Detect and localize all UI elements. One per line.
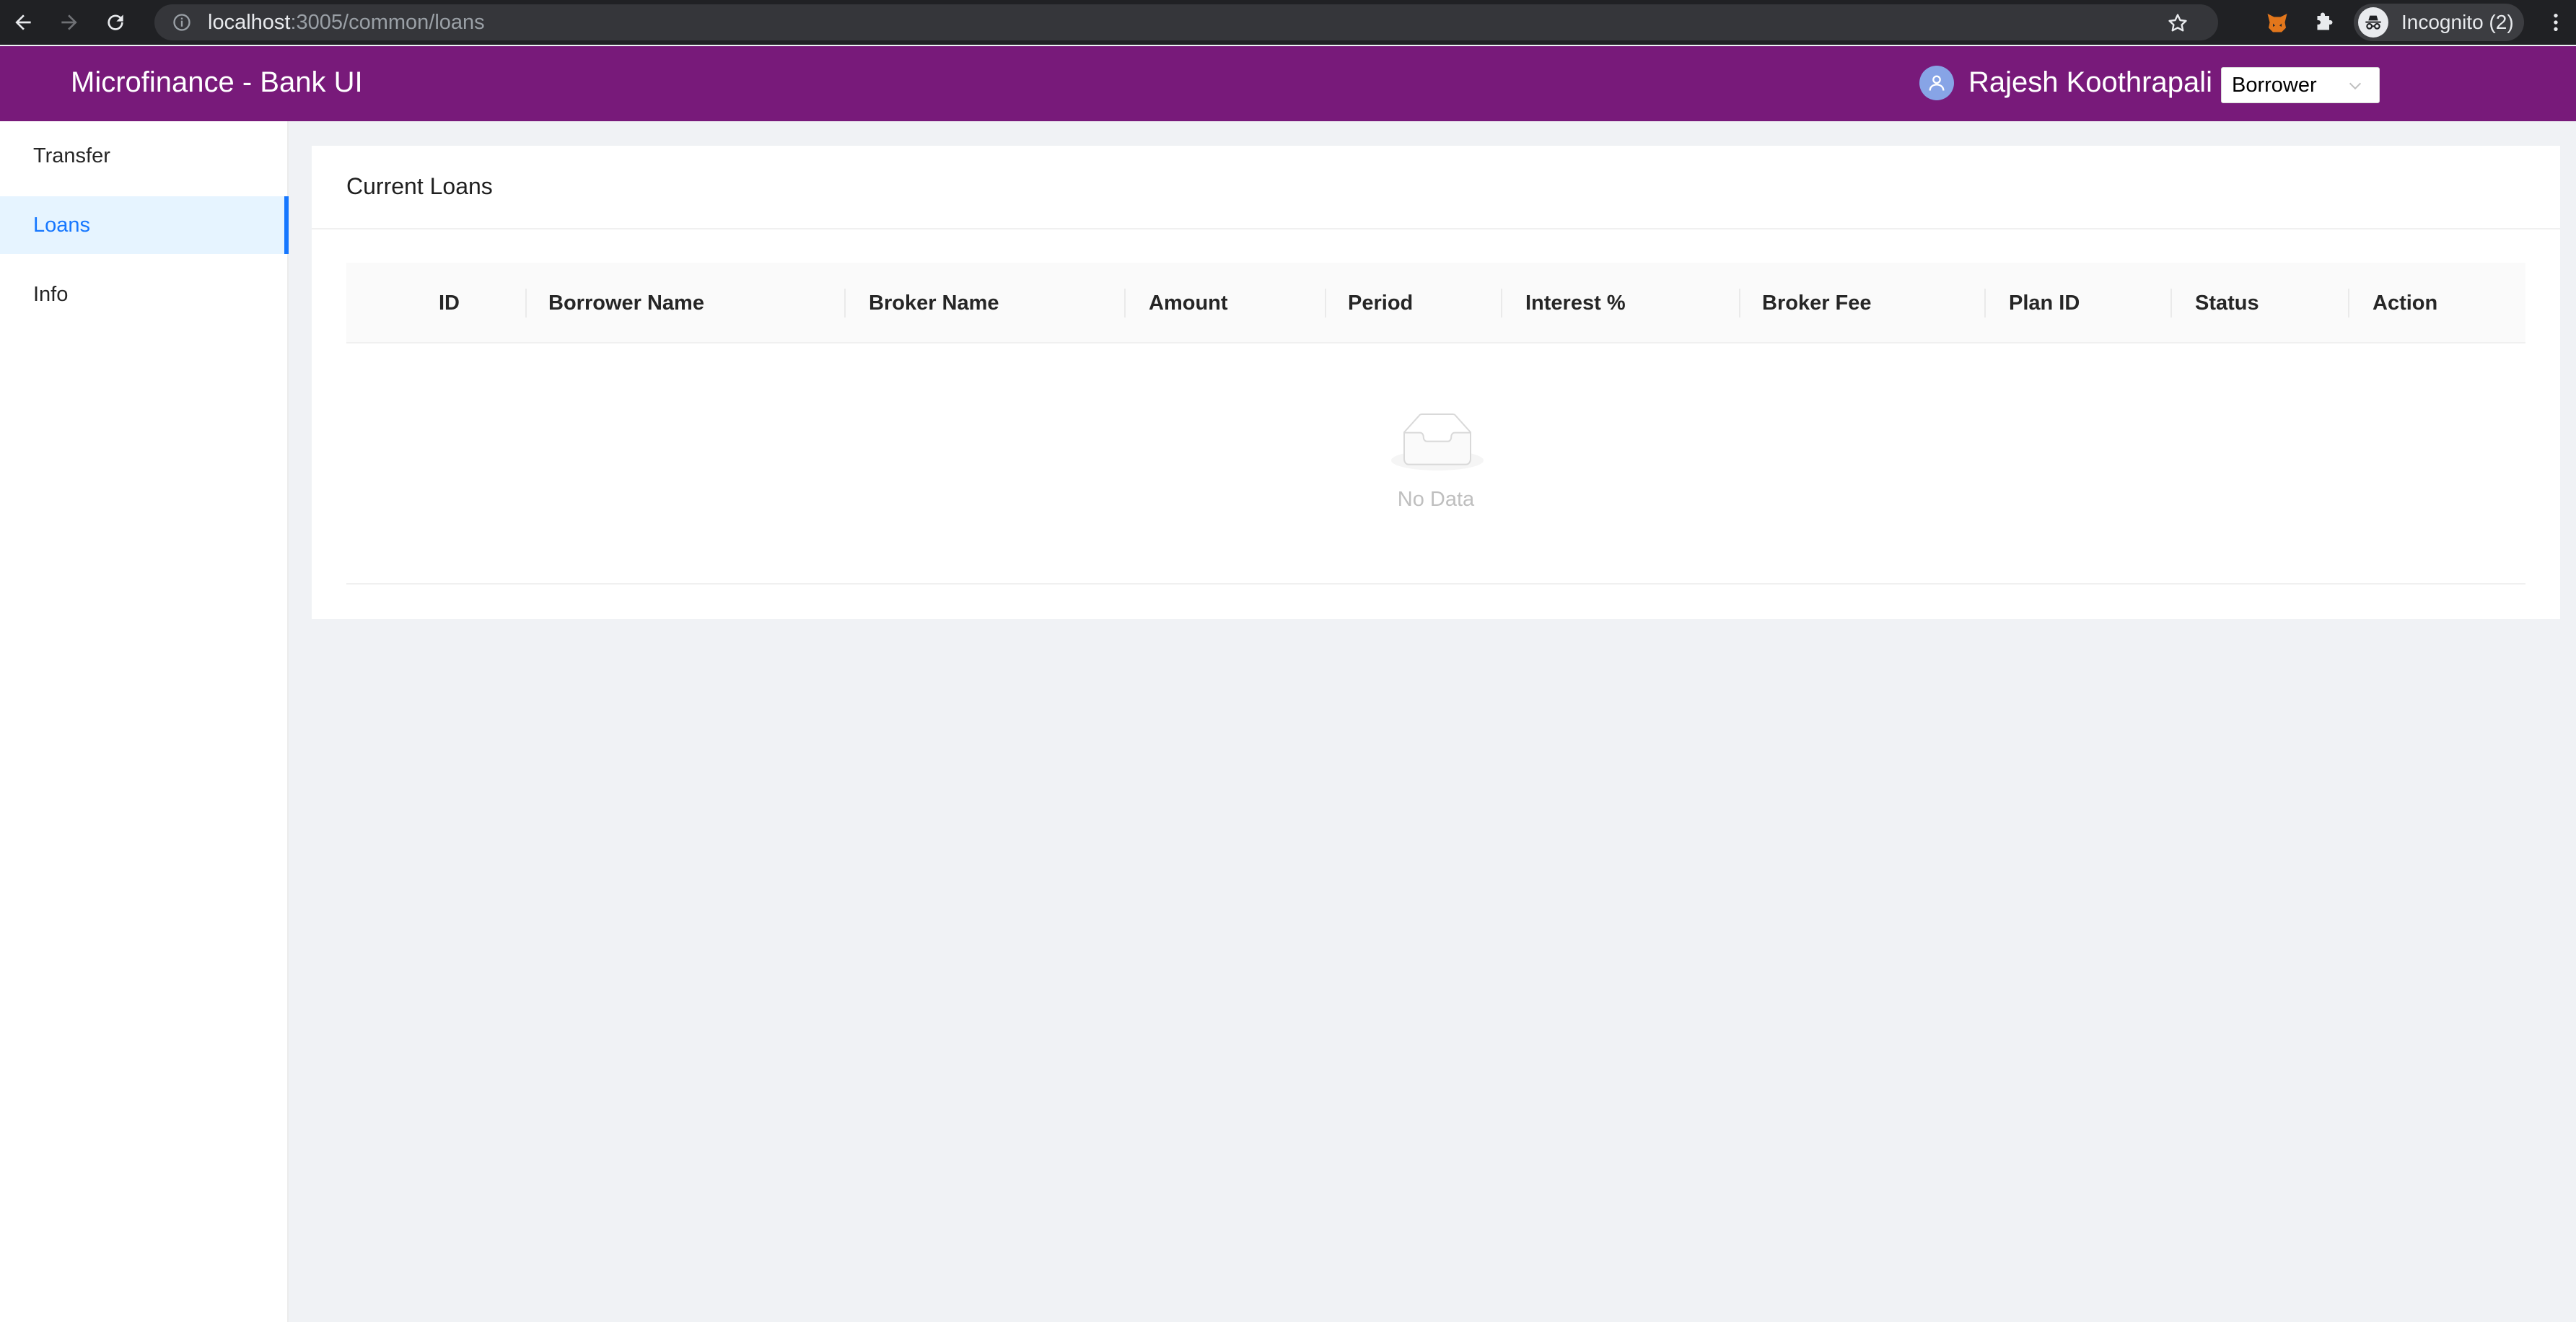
- reload-button[interactable]: [92, 0, 139, 45]
- loans-table: ID Borrower Name Broker Name Amount Peri…: [346, 263, 2525, 585]
- sidebar: Transfer Loans Info: [0, 121, 289, 1322]
- profile-chip[interactable]: Incognito (2): [2354, 4, 2524, 41]
- column-header-broker-name[interactable]: Broker Name: [869, 263, 999, 343]
- profile-label: Incognito (2): [2401, 11, 2514, 33]
- column-header-action[interactable]: Action: [2373, 263, 2437, 343]
- browser-menu-button[interactable]: [2543, 9, 2569, 35]
- column-header-amount[interactable]: Amount: [1149, 263, 1228, 343]
- url-host: localhost: [208, 10, 291, 34]
- incognito-icon: [2358, 7, 2388, 38]
- sidebar-item-transfer[interactable]: Transfer: [0, 127, 289, 185]
- role-select-value: Borrower: [2232, 73, 2317, 97]
- back-icon: [15, 14, 31, 30]
- user-name: Rajesh Koothrapali: [1968, 66, 2212, 98]
- back-button[interactable]: [0, 0, 46, 45]
- column-divider: [2170, 289, 2172, 318]
- column-header-interest[interactable]: Interest %: [1525, 263, 1626, 343]
- puzzle-icon[interactable]: [2312, 9, 2338, 35]
- sidebar-item-label: Transfer: [33, 144, 110, 167]
- user-icon: [1929, 75, 1945, 91]
- column-divider: [1984, 289, 1986, 318]
- role-select[interactable]: Borrower: [2221, 67, 2380, 103]
- app-title: Microfinance - Bank UI: [71, 66, 363, 98]
- info-icon: [173, 14, 190, 31]
- column-header-plan-id[interactable]: Plan ID: [2009, 263, 2080, 343]
- address-bar[interactable]: localhost:3005/common/loans: [154, 4, 2218, 40]
- sidebar-item-label: Loans: [33, 213, 91, 237]
- chevron-down-icon: [2349, 82, 2362, 90]
- column-divider: [844, 289, 846, 318]
- fox-extension-icon[interactable]: [2264, 9, 2290, 35]
- star-icon[interactable]: [2166, 12, 2189, 35]
- card-header: Current Loans: [312, 146, 2560, 229]
- kebab-menu-icon: [2554, 14, 2558, 31]
- empty-inbox-icon: [1391, 413, 1484, 470]
- sidebar-item-loans[interactable]: Loans: [0, 196, 289, 254]
- table-header: ID Borrower Name Broker Name Amount Peri…: [346, 263, 2525, 343]
- column-header-period[interactable]: Period: [1348, 263, 1413, 343]
- column-header-borrower-name[interactable]: Borrower Name: [548, 263, 704, 343]
- user-avatar[interactable]: [1919, 66, 1954, 100]
- empty-state-text: No Data: [1397, 488, 1475, 511]
- column-header-status[interactable]: Status: [2195, 263, 2259, 343]
- sidebar-item-info[interactable]: Info: [0, 266, 289, 323]
- forward-button[interactable]: [46, 0, 92, 45]
- column-divider: [525, 289, 527, 318]
- card-title: Current Loans: [346, 173, 493, 199]
- column-divider: [1501, 289, 1502, 318]
- column-divider: [1325, 289, 1326, 318]
- column-divider: [1739, 289, 1740, 318]
- column-divider: [2348, 289, 2349, 318]
- forward-icon: [61, 14, 77, 30]
- url-path: :3005/common/loans: [290, 10, 485, 34]
- column-divider: [1124, 289, 1126, 318]
- sidebar-item-label: Info: [33, 282, 69, 306]
- column-header-broker-fee[interactable]: Broker Fee: [1762, 263, 1872, 343]
- browser-toolbar: localhost:3005/common/loans Incognito (2…: [0, 0, 2576, 45]
- app-header: Microfinance - Bank UI Rajesh Koothrapal…: [0, 46, 2576, 121]
- loans-card: Current Loans ID Borrower Name Broker Na…: [312, 146, 2560, 619]
- reload-icon: [108, 14, 123, 30]
- column-header-id[interactable]: ID: [439, 263, 460, 343]
- table-empty-state: No Data: [346, 343, 2525, 585]
